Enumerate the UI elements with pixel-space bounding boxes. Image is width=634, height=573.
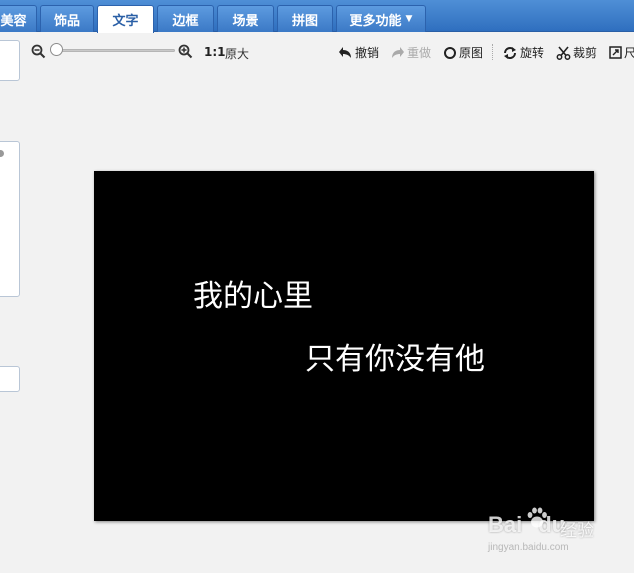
baidu-paw-icon [527,507,547,528]
rotate-icon [504,46,516,59]
watermark-cn: 经验 [560,521,594,541]
original-image-label: 原图 [459,46,484,60]
top-tab-bar: 美容 饰品 文字 边框 场景 拼图 更多功能 ▼ [0,0,634,33]
undo-button[interactable]: 撤销 [338,44,379,61]
tab-label: 文字 [112,14,139,29]
tab-text[interactable]: 文字 [97,5,154,33]
tab-collage[interactable]: 拼图 [277,5,333,32]
left-panel-list [0,141,20,297]
tab-label: 更多功能 [349,13,402,29]
baidu-jingyan-watermark: Bai du 经验 jingyan.baidu.com [488,504,598,556]
tab-more-functions[interactable]: 更多功能 ▼ [336,5,426,32]
resize-button[interactable]: 尺 [609,44,634,61]
tab-label: 场景 [232,13,259,29]
tab-accessories[interactable]: 饰品 [40,5,94,32]
watermark-url: jingyan.baidu.com [488,542,569,553]
canvas-text-line-2[interactable]: 只有你没有他 [305,334,485,378]
redo-label: 重做 [407,46,432,60]
redo-button[interactable]: 重做 [390,44,431,61]
tab-label: 美容 [0,13,27,29]
tab-beauty[interactable]: 美容 [0,5,37,32]
zoom-out-icon[interactable] [31,44,46,59]
zoom-slider-handle[interactable] [50,43,63,56]
zoom-slider-track[interactable] [53,49,175,52]
circle-icon [444,46,456,59]
actual-size-button[interactable]: 1:1 [204,45,226,59]
rotate-label: 旋转 [520,46,545,60]
resize-label: 尺 [624,46,634,60]
edit-toolbar: 1:1 原大 撤销 重做 原图 旋转 裁剪 尺 [0,33,634,71]
tab-label: 饰品 [53,13,80,29]
chevron-down-icon: ▼ [405,14,413,24]
undo-label: 撤销 [355,46,380,60]
rotate-button[interactable]: 旋转 [502,44,544,61]
crop-button[interactable]: 裁剪 [556,44,597,61]
image-canvas[interactable]: 我的心里 只有你没有他 [94,171,594,521]
redo-icon [392,46,404,58]
actual-size-label[interactable]: 原大 [225,45,249,62]
original-image-button[interactable]: 原图 [443,44,483,61]
zoom-in-icon[interactable] [178,44,193,59]
undo-icon [339,46,351,58]
tab-border[interactable]: 边框 [157,5,214,32]
canvas-text-line-1[interactable]: 我的心里 [193,271,313,315]
scissors-icon [556,45,571,60]
resize-icon [609,46,622,59]
toolbar-divider [492,44,493,60]
left-panel-button-bottom[interactable] [0,366,20,392]
tab-label: 拼图 [291,13,318,29]
tab-scene[interactable]: 场景 [217,5,274,32]
tab-label: 边框 [172,13,199,29]
crop-label: 裁剪 [573,46,598,60]
